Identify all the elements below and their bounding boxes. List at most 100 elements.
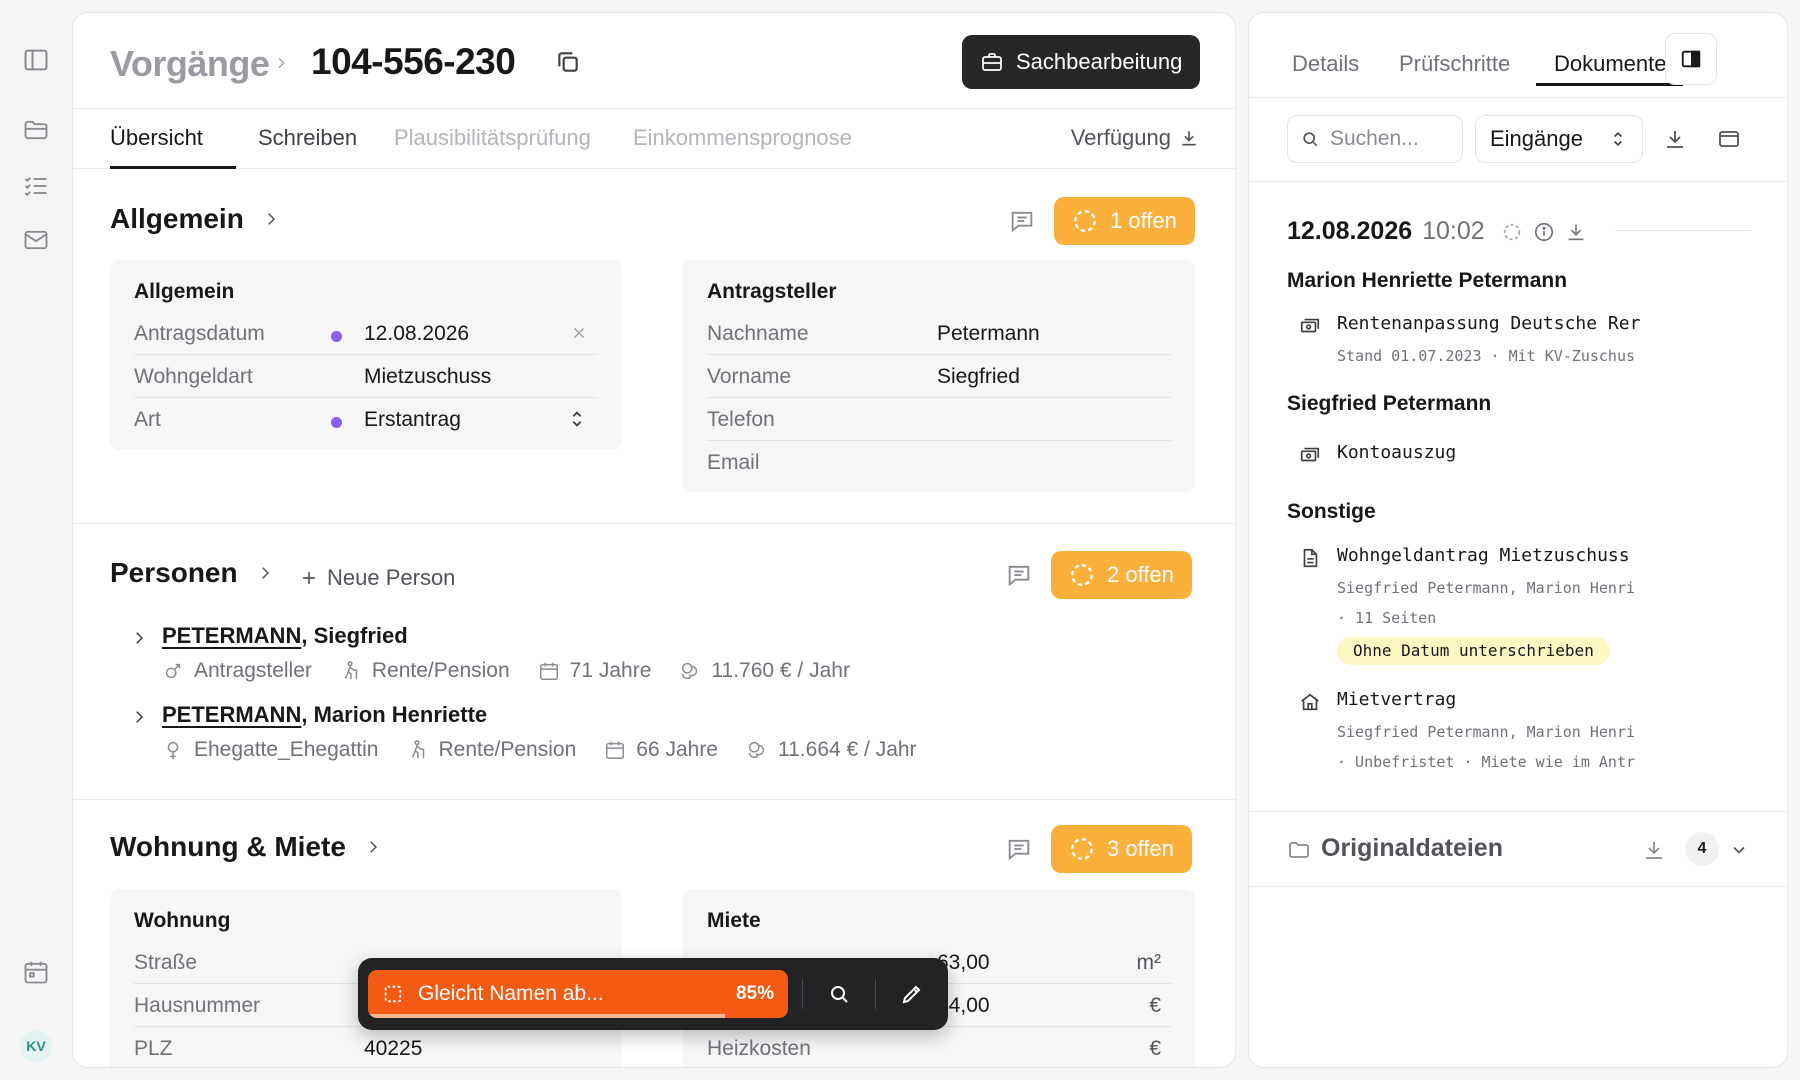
pension-walker-icon — [340, 660, 362, 682]
field-value[interactable]: Siegfried — [937, 365, 1020, 389]
tab-uebersicht[interactable]: Übersicht — [110, 125, 203, 151]
status-dot — [331, 331, 342, 342]
section-allgemein-title[interactable]: Allgemein — [110, 203, 280, 235]
search-input[interactable] — [1330, 127, 1450, 151]
field-heizkosten[interactable]: Heizkosten € — [707, 1027, 1171, 1067]
male-icon — [162, 660, 184, 682]
checklist-icon[interactable] — [22, 172, 50, 200]
filter-value: Eingänge — [1490, 126, 1583, 151]
toolbar-divider — [802, 979, 803, 1009]
person-age: 66 Jahre — [636, 738, 718, 761]
comment-icon[interactable] — [1005, 835, 1033, 863]
folder-icon[interactable] — [22, 116, 50, 144]
field-label: Hausnummer — [134, 994, 261, 1017]
mail-icon[interactable] — [22, 226, 50, 254]
card-title: Allgemein — [134, 280, 235, 303]
calendar-icon[interactable] — [22, 958, 50, 986]
loader-icon — [1069, 562, 1095, 588]
tab-dokumente[interactable]: Dokumente — [1554, 51, 1667, 77]
matching-progress-button[interactable]: Gleicht Namen ab... 85% — [368, 970, 788, 1018]
field-label: Straße — [134, 951, 198, 974]
field-email[interactable]: Email — [707, 441, 1171, 484]
chevron-down-icon[interactable] — [1729, 840, 1749, 860]
section-personen-title[interactable]: Personen — [110, 557, 274, 589]
person-name[interactable]: PETERMANN, Siegfried — [162, 623, 408, 649]
person-name[interactable]: PETERMANN, Marion Henriette — [162, 702, 487, 728]
avatar[interactable]: KV — [20, 1030, 52, 1062]
field-value[interactable]: Petermann — [937, 322, 1040, 346]
time-label: 10:02 — [1422, 217, 1485, 245]
field-wohngeldart[interactable]: Wohngeldart Mietzuschuss — [134, 355, 598, 398]
field-value[interactable]: 40225 — [364, 1037, 422, 1061]
tab-schreiben[interactable]: Schreiben — [258, 125, 357, 151]
person-meta: Antragsteller Rente/Pension 71 Jahre 11.… — [162, 659, 850, 683]
document-title[interactable]: Kontoauszug — [1337, 442, 1647, 463]
money-icon — [1299, 315, 1321, 337]
search-field[interactable] — [1287, 115, 1463, 163]
field-value[interactable]: 12.08.2026 — [364, 322, 469, 346]
left-rail: KV — [0, 0, 72, 1080]
chevron-right-icon[interactable] — [130, 629, 148, 647]
coins-icon — [746, 739, 768, 761]
field-plz[interactable]: PLZ 40225 — [134, 1027, 598, 1067]
field-unit: m² — [1136, 951, 1162, 974]
tab-plausibilitaetspruefung[interactable]: Plausibilitätsprüfung — [394, 125, 591, 151]
clear-icon[interactable] — [570, 324, 588, 342]
document-title[interactable]: Mietvertrag — [1337, 689, 1647, 710]
info-icon[interactable] — [1533, 221, 1555, 243]
original-files-section[interactable]: Originaldateien 4 — [1249, 811, 1787, 887]
calendar-icon — [604, 739, 626, 761]
search-icon — [1300, 129, 1320, 149]
page-title: 104-556-230 — [311, 41, 516, 82]
progress-bar — [368, 1014, 725, 1018]
panel-toggle-button[interactable] — [1665, 33, 1717, 85]
section-wohnung-title[interactable]: Wohnung & Miete — [110, 831, 382, 863]
tab-details[interactable]: Details — [1292, 51, 1359, 77]
chevron-right-icon — [364, 838, 382, 856]
right-tab-bar: Details Prüfschritte Dokumente — [1249, 13, 1787, 97]
breadcrumb[interactable]: Vorgänge — [110, 43, 270, 85]
field-nachname[interactable]: Nachname Petermann — [707, 312, 1171, 355]
comment-icon[interactable] — [1008, 207, 1036, 235]
tab-einkommensprognose[interactable]: Einkommensprognose — [633, 125, 852, 151]
open-items-badge[interactable]: 1 offen — [1054, 197, 1195, 245]
status-dot — [331, 417, 342, 428]
comment-icon[interactable] — [1005, 561, 1033, 589]
field-art[interactable]: Art Erstantrag — [134, 398, 598, 441]
download-icon[interactable] — [1642, 838, 1666, 862]
tab-pruefschritte[interactable]: Prüfschritte — [1399, 51, 1510, 77]
active-tab-indicator — [110, 166, 236, 169]
chevron-right-icon[interactable] — [130, 708, 148, 726]
field-vorname[interactable]: Vorname Siegfried — [707, 355, 1171, 398]
briefcase-icon — [980, 50, 1004, 74]
document-title[interactable]: Rentenanpassung Deutsche Rer — [1337, 313, 1647, 334]
download-icon[interactable] — [1565, 221, 1587, 243]
loader-icon — [1069, 836, 1095, 862]
plus-icon — [299, 568, 319, 588]
field-label: Art — [134, 408, 161, 431]
field-telefon[interactable]: Telefon — [707, 398, 1171, 441]
add-person-button[interactable]: Neue Person — [299, 565, 455, 591]
folder-icon — [1287, 838, 1311, 862]
download-icon[interactable] — [1663, 127, 1687, 151]
card-title: Miete — [707, 909, 761, 932]
open-items-badge[interactable]: 3 offen — [1051, 825, 1192, 873]
open-items-badge[interactable]: 2 offen — [1051, 551, 1192, 599]
pension-walker-icon — [407, 739, 429, 761]
search-icon[interactable] — [817, 972, 861, 1016]
copy-icon[interactable] — [555, 49, 581, 75]
document-title[interactable]: Wohngeldantrag Mietzuschuss — [1337, 545, 1647, 566]
verfuegung-button[interactable]: Verfügung — [1071, 125, 1199, 151]
role-button[interactable]: Sachbearbeitung — [962, 35, 1200, 89]
edit-icon[interactable] — [890, 972, 934, 1016]
field-label: Nachname — [707, 322, 809, 345]
file-count-badge: 4 — [1685, 832, 1719, 866]
filter-select[interactable]: Eingänge — [1475, 115, 1643, 163]
field-antragsdatum[interactable]: Antragsdatum 12.08.2026 — [134, 312, 598, 355]
window-icon[interactable] — [1717, 127, 1741, 151]
progress-percent: 85% — [735, 983, 774, 1004]
sidebar-toggle-icon[interactable] — [22, 46, 50, 74]
field-value[interactable]: Mietzuschuss — [364, 365, 491, 389]
field-value[interactable]: Erstantrag — [364, 408, 461, 432]
chevron-updown-icon[interactable] — [566, 408, 588, 430]
